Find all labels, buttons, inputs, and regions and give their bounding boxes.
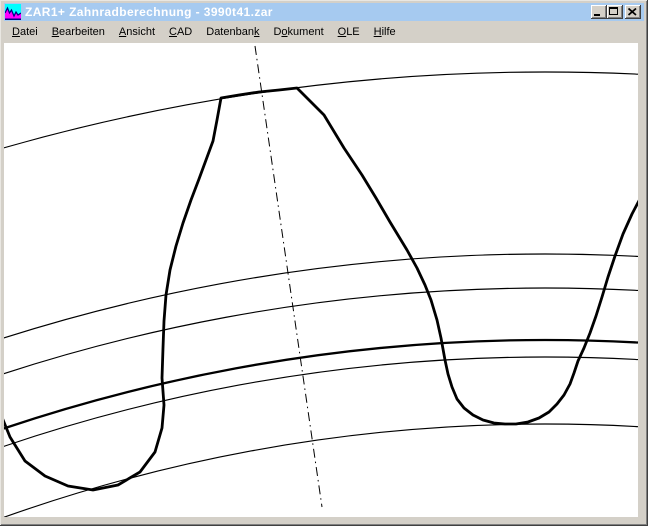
menu-item-dokument[interactable]: Dokument — [266, 22, 330, 43]
title-bar[interactable]: ZAR1+ Zahnradberechnung - 3990t41.zar — [4, 3, 644, 21]
minimize-button[interactable] — [591, 5, 607, 19]
app-window: ZAR1+ Zahnradberechnung - 3990t41.zar Da… — [0, 0, 648, 526]
menu-item-datei[interactable]: Datei — [5, 22, 45, 43]
root-circle — [4, 424, 638, 517]
window-title: ZAR1+ Zahnradberechnung - 3990t41.zar — [25, 5, 591, 19]
maximize-button[interactable] — [607, 5, 623, 19]
window-controls — [591, 5, 641, 19]
app-icon[interactable] — [5, 4, 21, 20]
maximize-icon — [609, 7, 618, 15]
tooth-profile — [4, 88, 638, 490]
minimize-icon — [594, 14, 600, 16]
menu-item-hilfe[interactable]: Hilfe — [367, 22, 403, 43]
menu-item-ole[interactable]: OLE — [331, 22, 367, 43]
circle-3 — [4, 288, 638, 517]
menu-item-bearbeiten[interactable]: Bearbeiten — [45, 22, 112, 43]
close-icon — [628, 8, 637, 16]
tip-circle — [4, 72, 638, 517]
close-button[interactable] — [625, 5, 641, 19]
menu-item-ansicht[interactable]: Ansicht — [112, 22, 162, 43]
menu-bar: DateiBearbeitenAnsichtCADDatenbankDokume… — [4, 21, 644, 43]
menu-item-cad[interactable]: CAD — [162, 22, 199, 43]
menu-item-datenbank[interactable]: Datenbank — [199, 22, 266, 43]
drawing-area — [4, 43, 638, 517]
circle-5 — [4, 357, 638, 517]
pitch-circle — [4, 340, 638, 517]
circle-2 — [4, 254, 638, 517]
gear-drawing — [4, 43, 638, 517]
